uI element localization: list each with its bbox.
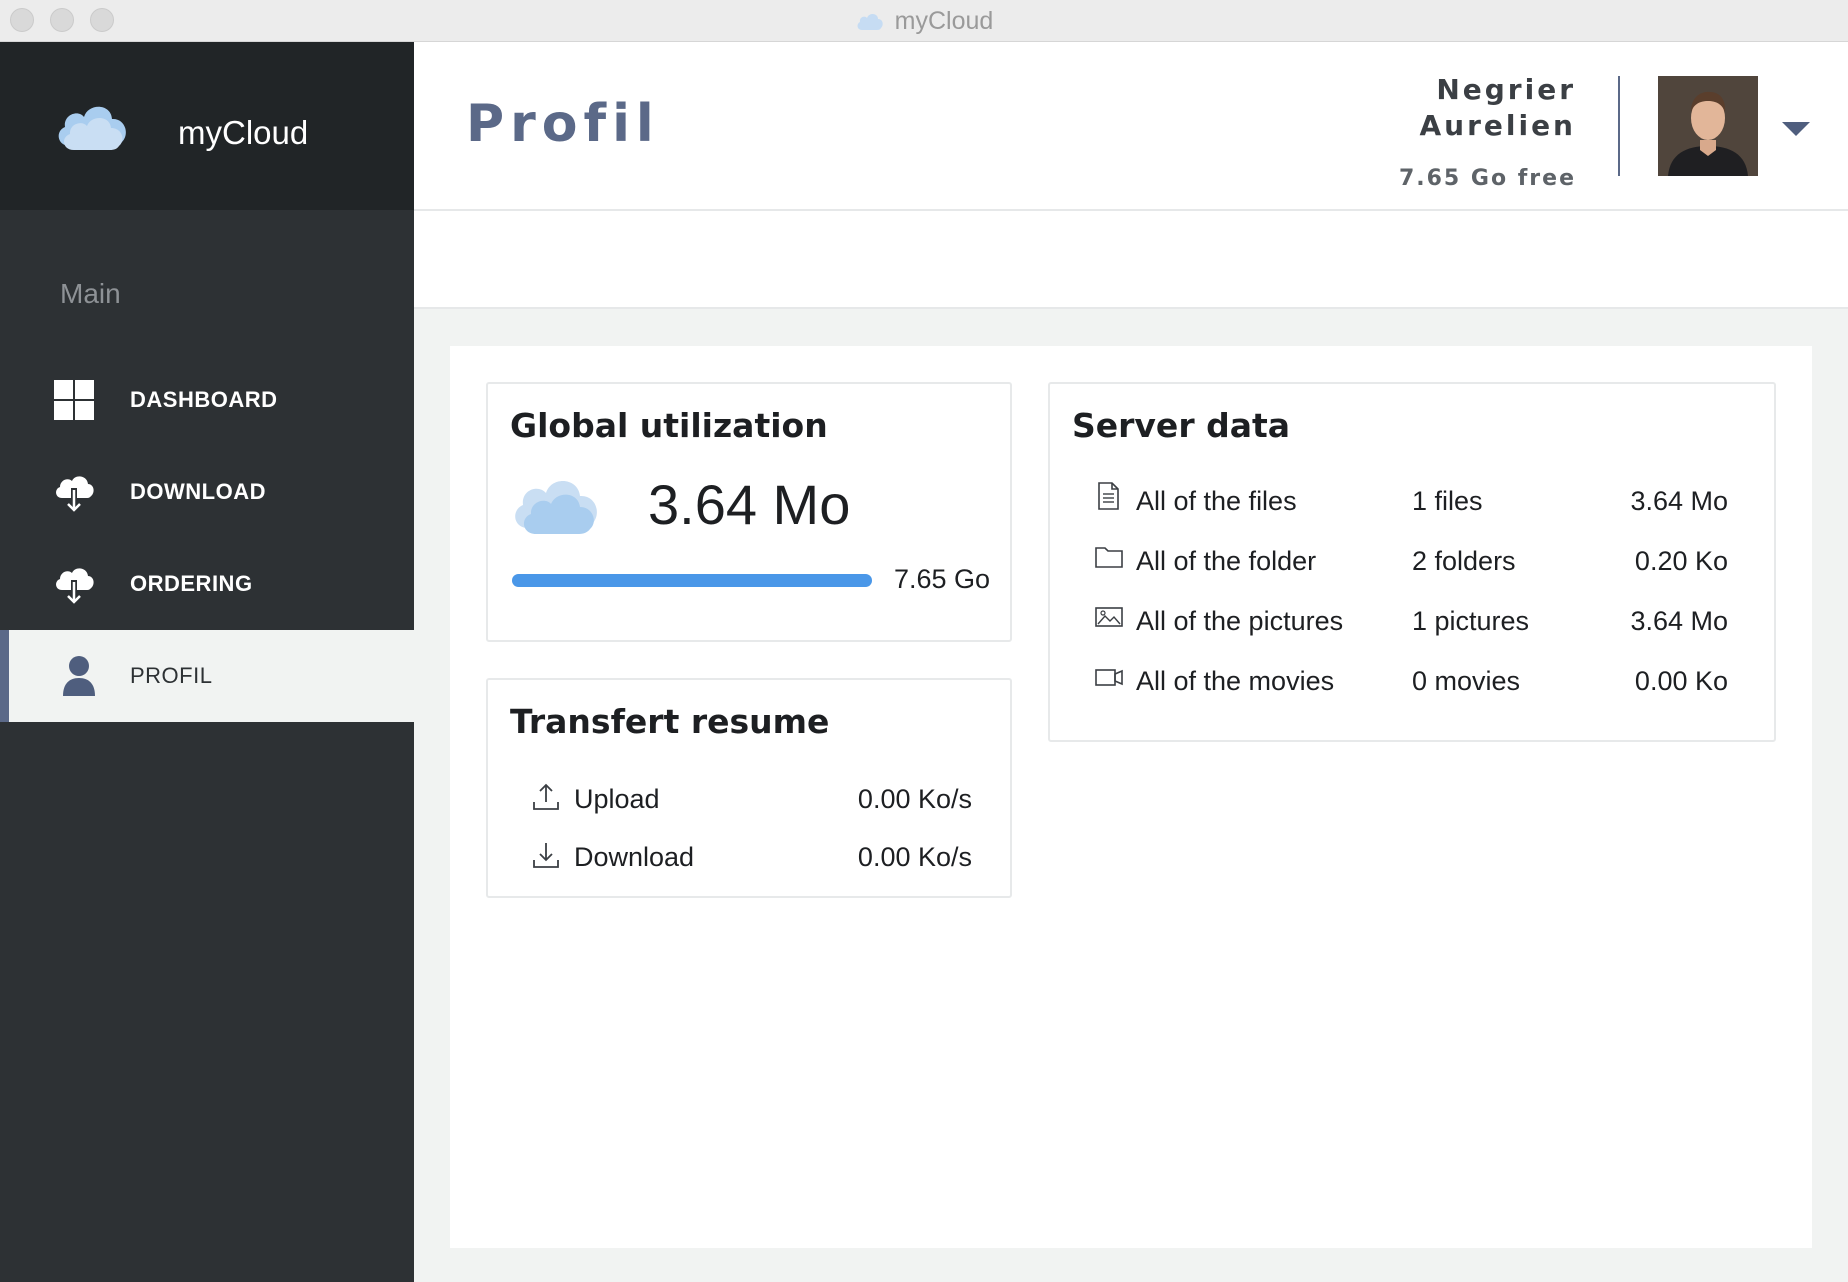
picture-icon (1095, 607, 1123, 627)
server-row-movies: All of the movies 0 movies 0.00 Ko (1094, 660, 1728, 704)
cloud-icon (515, 480, 597, 534)
download-icon (533, 843, 559, 868)
chevron-down-icon[interactable] (1778, 114, 1814, 142)
global-utilization-card: Global utilization 3.64 Mo 7.65 Go (486, 382, 1012, 642)
server-row-size: 0.00 Ko (1634, 666, 1728, 696)
avatar[interactable] (1658, 76, 1758, 176)
transfer-row-download: Download 0.00 Ko/s (532, 838, 972, 878)
usage-progress-bar (512, 574, 872, 587)
transfer-label: Upload (574, 784, 660, 814)
window-title: myCloud (0, 0, 1848, 42)
cloud-logo-icon (58, 106, 126, 150)
user-icon (63, 656, 95, 696)
brand-name: myCloud (178, 114, 309, 151)
sidebar-item-label: DOWNLOAD (130, 479, 266, 504)
server-row-folders: All of the folder 2 folders 0.20 Ko (1094, 540, 1728, 584)
transfer-value: 0.00 Ko/s (857, 784, 972, 814)
server-data-card: Server data All of the files 1 files 3.6… (1048, 382, 1776, 742)
server-row-count: 1 files (1412, 486, 1483, 516)
free-space-label: 7.65 Go free (1398, 166, 1576, 191)
sidebar-item-ordering[interactable]: ORDERING (0, 538, 414, 630)
user-name: Negrier Aurelien (1419, 73, 1576, 142)
transfer-label: Download (574, 842, 695, 872)
cloud-icon (857, 13, 883, 30)
card-title: Transfert resume (510, 702, 830, 741)
header: Profil Negrier Aurelien 7.65 Go free (414, 42, 1848, 211)
window-title-text: myCloud (894, 6, 994, 35)
server-row-size: 3.64 Mo (1630, 606, 1728, 636)
section-label-main: Main (60, 278, 121, 309)
server-row-size: 0.20 Ko (1634, 546, 1728, 576)
avatar-image (1658, 76, 1758, 176)
folder-icon (1095, 547, 1123, 568)
usage-progress-fill (512, 574, 872, 587)
server-row-label: All of the pictures (1136, 606, 1344, 636)
sidebar-item-label: DASHBOARD (130, 387, 278, 412)
server-row-count: 1 pictures (1412, 606, 1530, 636)
sidebar-item-download[interactable]: DOWNLOAD (0, 446, 414, 538)
server-row-pictures: All of the pictures 1 pictures 3.64 Mo (1094, 600, 1728, 644)
grid-icon (54, 380, 94, 420)
server-row-count: 0 movies (1412, 666, 1521, 696)
sidebar-item-profil[interactable]: PROFIL (0, 630, 414, 722)
window-titlebar: myCloud (0, 0, 1848, 42)
upload-icon (533, 783, 559, 810)
transfer-resume-card: Transfert resume Upload 0.00 Ko/s Downlo… (486, 678, 1012, 898)
server-row-label: All of the movies (1136, 666, 1335, 696)
sidebar-item-dashboard[interactable]: DASHBOARD (0, 354, 414, 446)
server-row-files: All of the files 1 files 3.64 Mo (1094, 480, 1728, 524)
page-title: Profil (466, 94, 660, 154)
cloud-download-icon (56, 568, 94, 604)
server-row-label: All of the files (1136, 486, 1297, 516)
card-title: Global utilization (510, 406, 828, 445)
card-title: Server data (1072, 406, 1291, 445)
video-icon (1095, 669, 1123, 686)
cloud-download-icon (56, 476, 94, 512)
server-row-size: 3.64 Mo (1630, 486, 1728, 516)
total-space-value: 7.65 Go (894, 564, 991, 594)
transfer-row-upload: Upload 0.00 Ko/s (532, 780, 972, 820)
file-icon (1098, 482, 1119, 510)
used-space-value: 3.64 Mo (648, 473, 851, 536)
sidebar-item-label: ORDERING (130, 571, 253, 596)
server-row-label: All of the folder (1136, 546, 1317, 576)
brand: myCloud (0, 42, 414, 210)
sidebar: myCloud Main DASHBOARD DOWNLOAD ORDERING (0, 42, 414, 1282)
transfer-value: 0.00 Ko/s (857, 842, 972, 872)
server-row-count: 2 folders (1412, 546, 1516, 576)
main-content: Global utilization 3.64 Mo 7.65 Go Trans… (450, 346, 1812, 1248)
sidebar-item-label: PROFIL (130, 663, 213, 688)
subheader-bar (414, 211, 1848, 309)
header-divider (1618, 76, 1620, 176)
